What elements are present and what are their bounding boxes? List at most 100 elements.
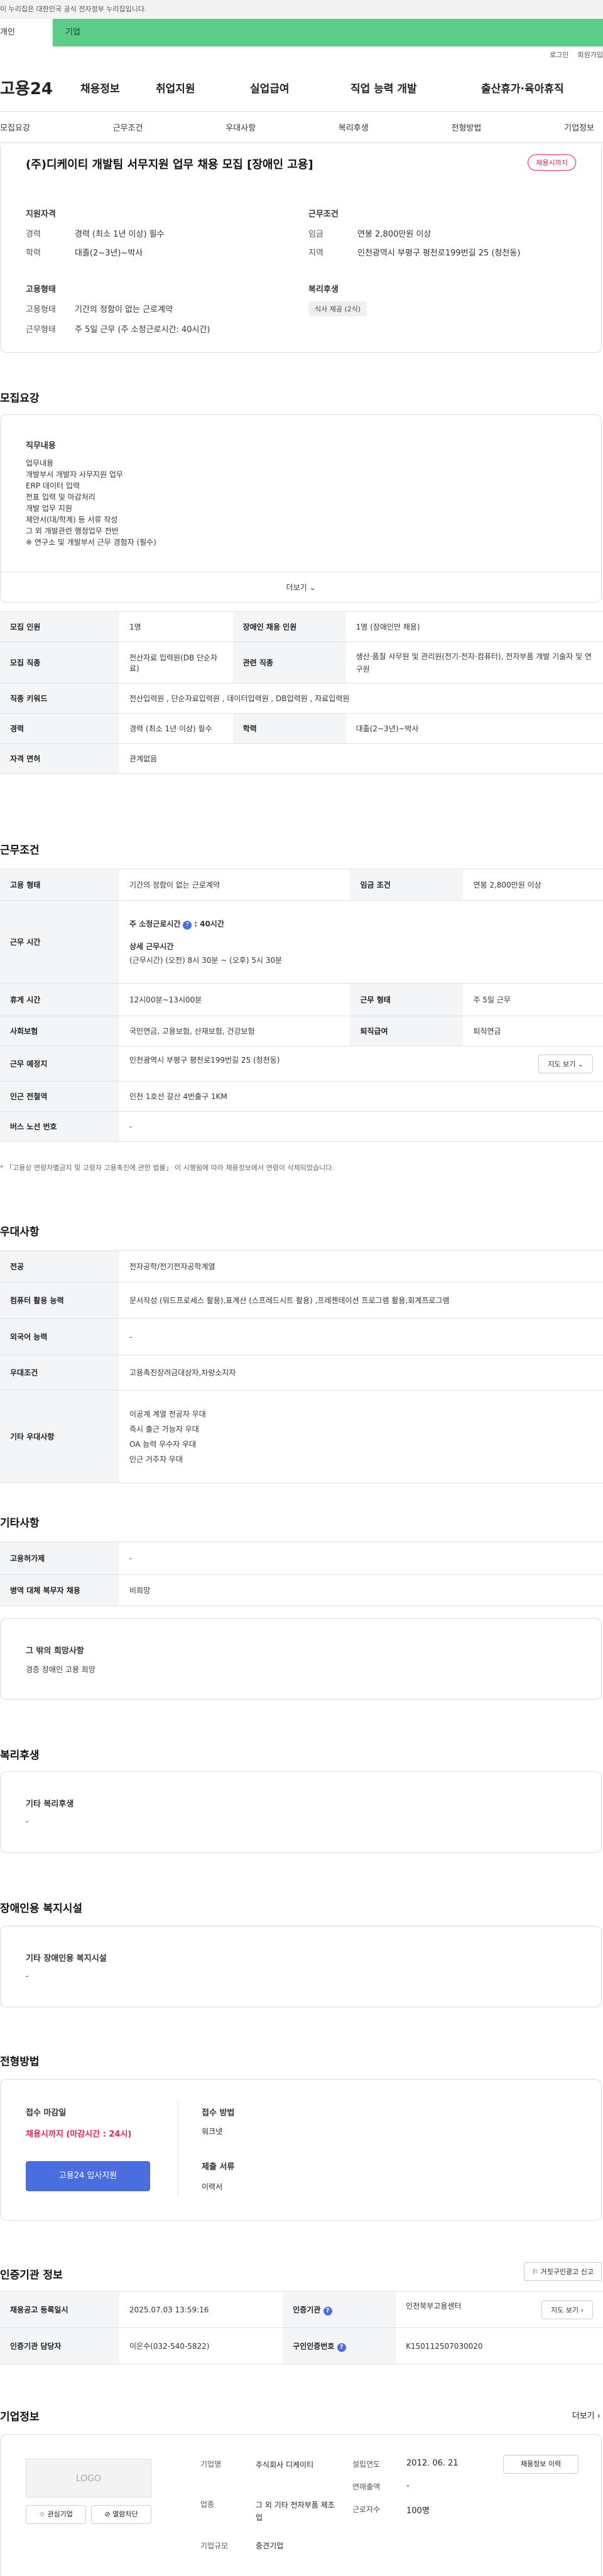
recruit-table: 모집 인원 1명 장애인 채용 인원 1명 (장애인만 채용) 모집 직종 전산자료 입… — [0, 611, 603, 774]
company-card: LOGO ☆ 관심기업 ⊘ 열람차단 기업명 주식회사 디케이티 업종 그 외 … — [0, 2434, 602, 2576]
table-row: 외국어 능력 - — [0, 1318, 603, 1355]
table-row: 인근 전철역 인천 1호선 갈산 4번출구 1KM — [0, 1081, 603, 1112]
subnav-process[interactable]: 전형방법 — [452, 121, 482, 133]
docs-heading: 제출 서류 — [202, 2162, 235, 2172]
agency-map-button[interactable]: 지도 보기 › — [541, 2300, 593, 2319]
process-title: 전형방법 — [0, 2056, 40, 2068]
career-label: 경력 — [26, 230, 41, 239]
deadline-heading: 접수 마감일 — [26, 2108, 67, 2118]
subnav-company[interactable]: 기업정보 — [564, 121, 594, 133]
block-button[interactable]: ⊘ 열람차단 — [91, 2505, 151, 2524]
table-row: 사회보험 국민연금, 고용보험, 산재보험, 건강보험 퇴직급여 퇴직연금 — [0, 1016, 603, 1046]
emp-value: 100명 — [406, 2506, 430, 2516]
etc-hope-card: 그 밖의 희망사항 경증 장애인 고용 희망 — [0, 1618, 602, 1700]
apply-button[interactable]: 고용24 입사지원 — [26, 2161, 150, 2191]
report-button[interactable]: ⚐ 거짓구인광고 신고 — [524, 2262, 602, 2281]
more-button[interactable]: 더보기 ⌄ — [1, 572, 601, 602]
method-value: 워크넷 — [202, 2127, 223, 2136]
section-nav: 모집요강 근무조건 우대사항 복리후생 전형방법 기업정보 — [0, 112, 603, 143]
history-button[interactable]: 채용정보 이력 — [503, 2455, 579, 2474]
global-nav: 고용24 채용정보 취업지원 실업급여 직업 능력 개발 출산휴가·육아휴직 — [0, 64, 603, 112]
wage-label: 임금 — [308, 230, 323, 239]
age-note: * 「고용상 연령차별금지 및 고령자 고용촉진에 관한 법률」 이 시행됨에 … — [0, 1164, 334, 1172]
chevron-down-icon: ⌄ — [309, 583, 316, 592]
duty-card: 직무내용 업무내용 개발부서 개발자 사무지원 업무 ERP 데이터 입력 전표 입력… — [0, 414, 602, 603]
place-value: 인천광역시 부평구 평천로199번길 25 (청천동) — [357, 249, 521, 258]
pref-title: 우대사항 — [0, 1226, 40, 1238]
work-table: 고용 형태 기간의 정함이 없는 근로계약 임금 조건 연봉 2,800만원 이상 근… — [0, 869, 603, 1142]
table-row: 모집 인원 1명 장애인 채용 인원 1명 (장애인만 채용) — [0, 611, 603, 642]
subnav-preference[interactable]: 우대사항 — [225, 121, 256, 133]
table-row: 근무 시간 주 소정근로시간 ? : 40시간 상세 근무시간 (근무시간) (오전)… — [0, 900, 603, 984]
report-icon: ⚐ — [532, 2268, 539, 2276]
employment-heading: 고용형태 — [26, 285, 56, 294]
subnav-welfare[interactable]: 복리후생 — [339, 121, 369, 133]
disabled-card: 기타 장애인용 복지시설 - — [0, 1926, 602, 2007]
method-heading: 접수 방법 — [202, 2108, 235, 2118]
gnb-item-support[interactable]: 취업지원 — [156, 80, 250, 95]
name-label: 기업명 — [200, 2460, 222, 2469]
company-more-link[interactable]: 더보기 › — [572, 2409, 600, 2421]
favorite-button[interactable]: ☆ 관심기업 — [26, 2505, 86, 2524]
etc-table: 고용허가제 - 병역 대체 복무자 채용 비희망 — [0, 1542, 603, 1606]
work-title: 근무조건 — [0, 844, 40, 857]
table-row: 버스 노선 번호 - — [0, 1111, 603, 1142]
table-row: 자격 면허 관계없음 — [0, 743, 603, 774]
table-row: 모집 직종 전산자료 입력원(DB 단순자료) 관련 직종 생산·품질 사무원 및 관… — [0, 641, 603, 684]
disabled-heading: 기타 장애인용 복지시설 — [26, 1954, 107, 1963]
table-row: 인증기관 담당자 이은수(032-540-5822) 구인인증번호 ? K150112… — [0, 2327, 603, 2364]
table-row: 컴퓨터 활용 능력 문서작성 (워드프로세스 활용),표계산 (스프레드시트 활용… — [0, 1282, 603, 1319]
table-row: 채용공고 등록일시 2025.07.03 13:59:16 인증기관 ? 인천북부고용… — [0, 2291, 603, 2328]
hope-value: 경증 장애인 고용 희망 — [26, 1665, 95, 1674]
work-label: 근무형태 — [26, 325, 56, 335]
info-icon[interactable]: ? — [183, 920, 192, 930]
sales-label: 연매출액 — [352, 2482, 381, 2491]
table-row: 경력 경력 (최소 1년 이상) 필수 학력 대졸(2~3년)~박사 — [0, 713, 603, 744]
emp-label: 근로자수 — [352, 2505, 381, 2514]
gnb-item-jobs[interactable]: 채용정보 — [80, 80, 156, 95]
info-icon[interactable]: ? — [323, 2306, 332, 2316]
disabled-title: 장애인용 복지시설 — [0, 1902, 83, 1915]
subnav-recruit[interactable]: 모집요강 — [0, 121, 30, 133]
info-icon[interactable]: ? — [337, 2343, 346, 2352]
table-row: 직종 키워드 전산입력원 , 단순자료입력원 , 데이터입력원 , DB입력원 ,… — [0, 683, 603, 714]
site-logo[interactable]: 고용24 — [0, 76, 75, 99]
wage-value: 연봉 2,800만원 이상 — [357, 230, 432, 239]
job-title: (주)디케이티 개발팀 서무지원 업무 채용 모집 [장애인 고용] — [26, 158, 313, 171]
recruit-title: 모집요강 — [0, 392, 40, 405]
table-row: 근무 예정지 인천광역시 부평구 평천로199번길 25 (청천동) 지도 보기 ⌄ — [0, 1046, 603, 1081]
type-value: 기간의 정함이 없는 근로계약 — [75, 305, 173, 314]
career-value: 경력 (최소 1년 이상) 필수 — [75, 230, 165, 239]
join-link[interactable]: 회원가입 — [578, 51, 603, 59]
pref-table: 전공 전자공학/전기전자공학계열 컴퓨터 활용 능력 문서작성 (워드프로세스 활용… — [0, 1250, 603, 1483]
welfare-card: 기타 복리후생 - — [0, 1771, 602, 1853]
duty-heading: 직무내용 — [26, 441, 56, 451]
gov-notice: 이 누리집은 대한민국 공식 전자정부 누리집입니다. — [0, 0, 603, 19]
table-row: 고용 형태 기간의 정함이 없는 근로계약 임금 조건 연봉 2,800만원 이상 — [0, 869, 603, 901]
block-icon: ⊘ — [104, 2510, 111, 2518]
gnb-item-benefits[interactable]: 실업급여 — [250, 80, 350, 95]
welfare-heading: 복리후생 — [308, 285, 339, 294]
disabled-value: - — [26, 1972, 29, 1980]
company-logo: LOGO — [26, 2459, 151, 2498]
welfare-heading-etc: 기타 복리후생 — [26, 1800, 74, 1809]
est-value: 2012. 06. 21 — [406, 2459, 459, 2468]
hope-heading: 그 밖의 희망사항 — [26, 1646, 84, 1656]
industry-value: 그 외 기타 전자부품 제조업 — [256, 2501, 335, 2522]
size-value: 중견기업 — [256, 2541, 284, 2550]
sales-value: - — [406, 2481, 410, 2491]
tab-business[interactable]: 기업 — [53, 19, 603, 46]
gnb-item-training[interactable]: 직업 능력 개발 — [350, 80, 481, 95]
name-value: 주식회사 디케이티 — [256, 2461, 314, 2469]
user-type-tabs: 개인 기업 — [0, 19, 603, 46]
conditions-heading: 근무조건 — [308, 210, 339, 219]
tab-individual[interactable]: 개인 — [0, 19, 53, 46]
subnav-conditions[interactable]: 근무조건 — [113, 121, 143, 133]
deadline-value: 채용시까지 (마감시간 : 24시) — [26, 2130, 132, 2139]
map-button[interactable]: 지도 보기 ⌄ — [538, 1054, 593, 1073]
gnb-item-leave[interactable]: 출산휴가·육아휴직 — [481, 80, 588, 95]
login-link[interactable]: 로그인 — [550, 51, 568, 59]
job-summary-card: (주)디케이티 개발팀 서무지원 업무 채용 모집 [장애인 고용] 채용시까지… — [0, 146, 602, 353]
star-icon: ☆ — [39, 2510, 45, 2518]
company-title: 기업정보 — [0, 2411, 40, 2423]
